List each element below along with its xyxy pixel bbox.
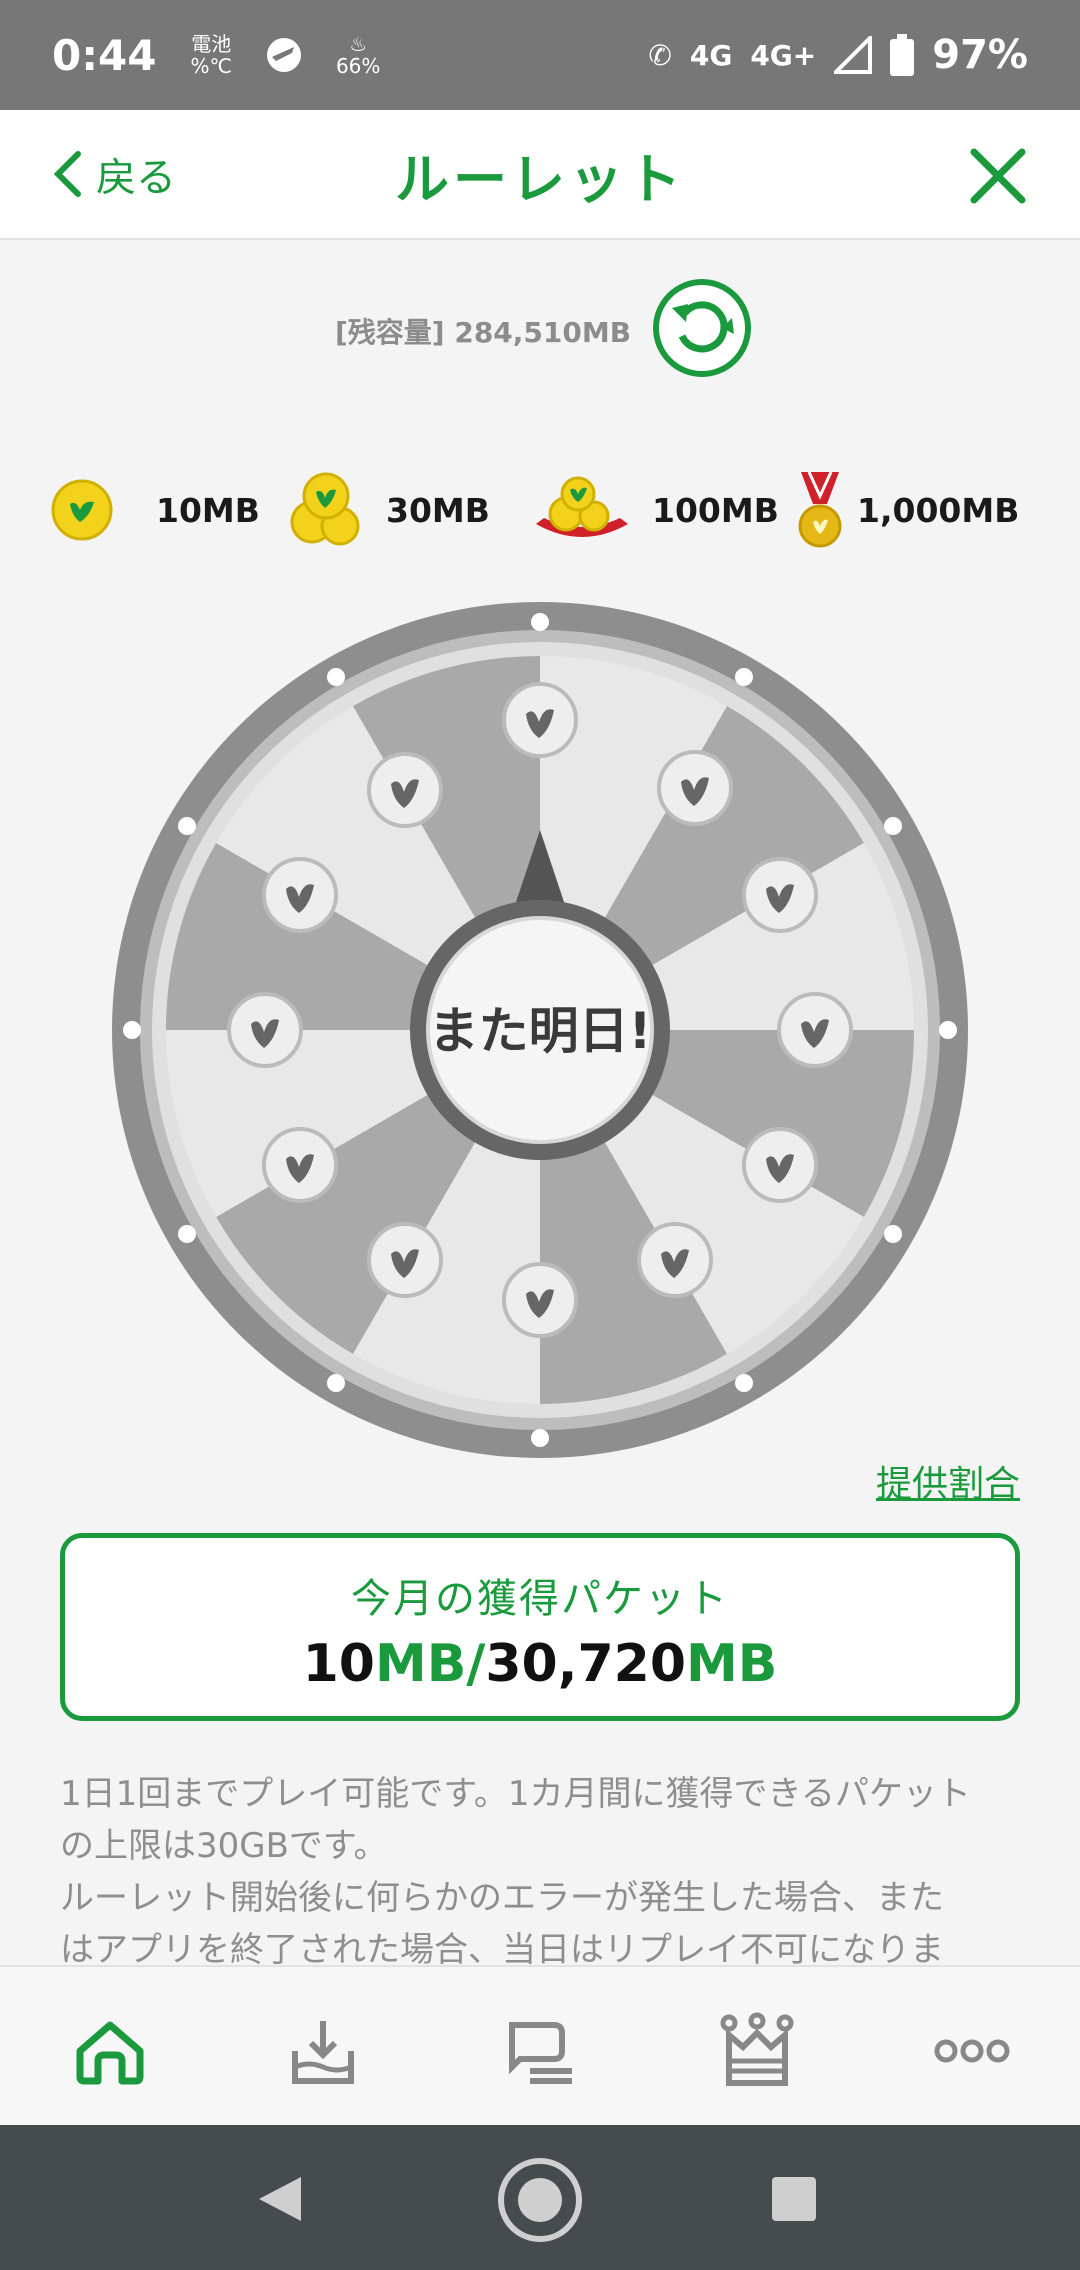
roulette-wheel[interactable]: また明日! xyxy=(110,600,970,1460)
sync-off-icon xyxy=(266,38,301,72)
prize-legend: 10MB 30MB 100MB 1,000MB xyxy=(50,460,1030,560)
monthly-packet-box: 今月の獲得パケット 10MB/30,720MB xyxy=(60,1533,1020,1721)
home-icon[interactable] xyxy=(70,2011,150,2091)
prize-30mb: 30MB xyxy=(288,460,490,560)
single-coin-icon xyxy=(51,479,113,541)
notes-text: 1日1回までプレイ可能です。1カ月間に獲得できるパケット の上限は30GBです。… xyxy=(60,1774,971,1964)
more-icon[interactable] xyxy=(932,2011,1012,2091)
signal-icon xyxy=(834,36,873,74)
system-navigation-bar xyxy=(0,2125,1080,2270)
chevron-left-icon xyxy=(53,151,81,197)
wheel-center-label: また明日! xyxy=(429,1002,652,1060)
network-4g-plus: 4G+ xyxy=(750,38,817,72)
coin-tray-icon xyxy=(536,476,628,537)
data-charge-icon[interactable] xyxy=(283,2011,363,2091)
prize-10mb: 10MB xyxy=(50,460,260,560)
medal-icon xyxy=(798,471,842,548)
remaining-row: [残容量] 284,510MB xyxy=(0,275,1080,385)
coin-stack-icon xyxy=(290,472,360,546)
back-button[interactable]: 戻る xyxy=(52,145,176,203)
home-nav-icon[interactable] xyxy=(495,2155,585,2245)
provide-ratio-link[interactable]: 提供割合 xyxy=(876,1455,1020,1507)
refresh-icon[interactable] xyxy=(652,278,752,378)
wifi-call-icon: ✆ xyxy=(648,38,672,72)
battery-saver-indicator: ♨ 66% xyxy=(335,32,381,78)
network-4g: 4G xyxy=(689,38,733,72)
battery-icon xyxy=(890,34,915,76)
battery-percent: 97% xyxy=(932,32,1028,78)
header: 戻る ルーレット xyxy=(0,110,1080,240)
back-label: 戻る xyxy=(96,155,176,201)
bottom-nav xyxy=(0,1965,1080,2125)
prize-100mb: 100MB xyxy=(532,460,779,560)
packet-title: 今月の獲得パケット xyxy=(351,1576,729,1622)
recents-nav-icon[interactable] xyxy=(770,2175,818,2223)
close-icon[interactable] xyxy=(968,146,1028,206)
battery-temp-indicator: 電池 %℃ xyxy=(190,32,232,78)
prize-1000mb: 1,000MB xyxy=(795,460,1019,560)
crown-icon[interactable] xyxy=(717,2011,797,2091)
status-bar: 0:44 電池 %℃ ♨ 66% ✆ 4G 4G+ 97% xyxy=(0,0,1080,110)
chat-icon[interactable] xyxy=(500,2011,580,2091)
packet-value: 10MB/30,720MB xyxy=(302,1634,778,1694)
status-time: 0:44 xyxy=(52,30,157,80)
back-nav-icon[interactable] xyxy=(255,2173,307,2225)
remaining-capacity: [残容量] 284,510MB xyxy=(335,316,632,349)
